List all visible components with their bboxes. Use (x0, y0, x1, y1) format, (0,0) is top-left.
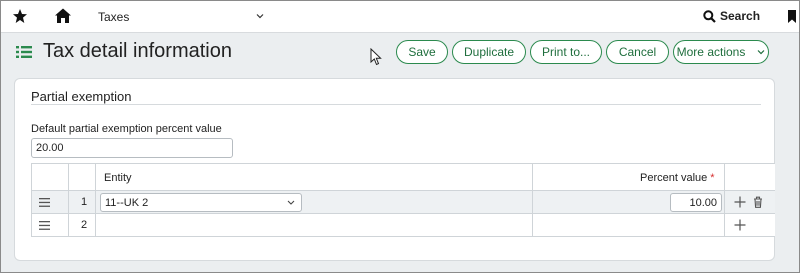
add-row-icon[interactable] (734, 219, 746, 231)
module-selector[interactable]: Taxes (98, 10, 129, 24)
more-actions-label: More actions (676, 45, 746, 59)
top-bar: Taxes Search (1, 1, 799, 33)
list-icon[interactable] (16, 45, 32, 59)
section-divider (31, 104, 761, 105)
entity-value: 11--UK 2 (105, 197, 149, 209)
save-button[interactable]: Save (396, 40, 448, 64)
table-row[interactable]: 2 (31, 214, 775, 237)
required-mark: * (710, 172, 715, 184)
grid-border (68, 164, 69, 237)
bookmark-icon[interactable] (787, 10, 797, 23)
row-number: 2 (81, 219, 88, 231)
row-number: 1 (81, 196, 88, 208)
percent-value-input[interactable]: 10.00 (670, 193, 722, 212)
grid-border (532, 164, 533, 237)
print-to-button[interactable]: Print to... (530, 40, 602, 64)
chevron-down-icon (757, 50, 765, 55)
cancel-button[interactable]: Cancel (606, 40, 669, 64)
search-icon (703, 9, 716, 23)
search-button[interactable]: Search (703, 9, 760, 23)
column-header-percent: Percent value * (640, 172, 715, 184)
chevron-down-icon[interactable] (256, 12, 264, 20)
chevron-down-icon (287, 200, 295, 205)
action-bar: Save Duplicate Print to... Cancel More a… (396, 40, 769, 64)
grid-border (724, 164, 725, 237)
entity-grid: Entity Percent value* 1 11--UK 2 10.00 (31, 163, 775, 237)
page-header: Tax detail information Save Duplicate Pr… (1, 33, 799, 71)
column-header-entity: Entity (104, 172, 132, 184)
section-title: Partial exemption (31, 89, 132, 104)
drag-handle-icon[interactable] (39, 198, 50, 207)
entity-select[interactable]: 11--UK 2 (100, 193, 302, 212)
add-row-icon[interactable] (734, 196, 746, 208)
partial-exemption-card: Partial exemption Default partial exempt… (14, 78, 775, 261)
drag-handle-icon[interactable] (39, 221, 50, 230)
more-actions-button[interactable]: More actions (673, 40, 769, 64)
home-icon[interactable] (54, 7, 72, 25)
trash-icon[interactable] (752, 196, 764, 208)
grid-border (95, 164, 96, 237)
search-label: Search (720, 9, 761, 23)
page-title: Tax detail information (43, 40, 232, 62)
duplicate-button[interactable]: Duplicate (452, 40, 526, 64)
mouse-cursor-icon (370, 48, 382, 66)
default-percent-label: Default partial exemption percent value (31, 123, 222, 135)
table-row[interactable]: 1 11--UK 2 10.00 (31, 191, 775, 214)
default-percent-input[interactable]: 20.00 (31, 138, 233, 158)
grid-border (31, 164, 32, 237)
star-icon[interactable] (12, 8, 28, 24)
grid-header-row: Entity Percent value * (31, 164, 775, 191)
